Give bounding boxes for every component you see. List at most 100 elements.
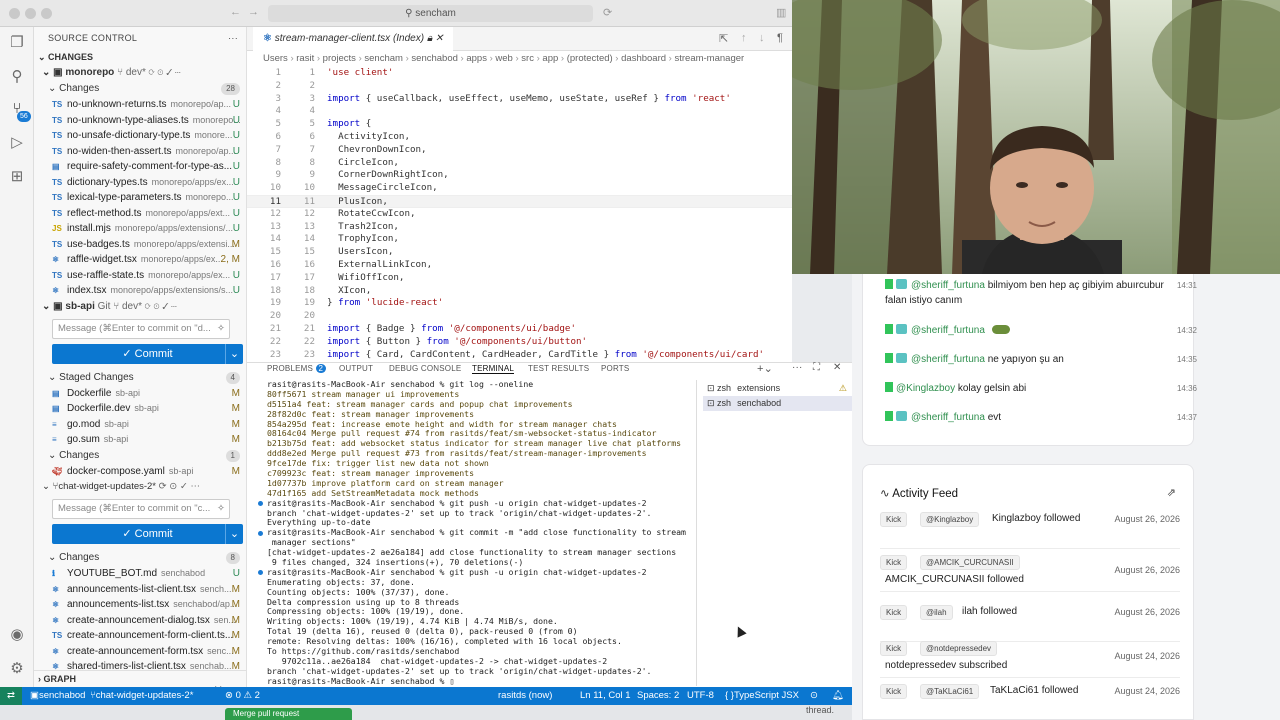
explorer-icon[interactable]: ❐: [7, 33, 27, 53]
file-row[interactable]: ≡ go.mod sb-api M: [34, 417, 246, 433]
commit-message-input-2[interactable]: Message (⌘Enter to commit on "c... ✧: [52, 499, 230, 519]
breadcrumb-item[interactable]: (protected): [567, 53, 613, 64]
breadcrumb-item[interactable]: senchabod: [411, 53, 457, 64]
paragraph-icon[interactable]: ¶: [777, 32, 783, 44]
terminal-instance[interactable]: ⊡ zsh senchabod: [703, 396, 853, 411]
file-row[interactable]: JS install.mjs monorepo/apps/extensions/..…: [34, 221, 246, 237]
minimize-window-button[interactable]: [25, 8, 36, 19]
status-spaces[interactable]: Spaces: 2: [637, 687, 679, 705]
user-badge[interactable]: @ilah: [920, 605, 953, 620]
remote-icon[interactable]: ⇄: [0, 687, 22, 705]
tab-debug-console[interactable]: DEBUG CONSOLE: [389, 364, 461, 373]
commit-message-input[interactable]: Message (⌘Enter to commit on "d... ✧: [52, 318, 230, 339]
file-row[interactable]: ▤ require-safety-comment-for-type-as... U: [34, 159, 246, 175]
file-row[interactable]: ⚛ announcements-list.tsx senchabod/ap... M: [34, 597, 246, 613]
breadcrumb-item[interactable]: rasit: [296, 53, 314, 64]
commit-button[interactable]: ✓ Commit ⌄: [52, 343, 243, 364]
status-repo[interactable]: ▣ senchabod: [30, 687, 85, 705]
file-row[interactable]: TS no-widen-then-assert.ts monorepo/ap... U: [34, 144, 246, 160]
bell-icon[interactable]: 🔔︎: [832, 687, 844, 705]
account-icon[interactable]: ◉: [7, 625, 27, 645]
copilot-icon[interactable]: ⊙: [810, 687, 818, 705]
breadcrumb-item[interactable]: web: [495, 53, 512, 64]
chat-username[interactable]: @sheriff_furtuna: [911, 325, 985, 336]
chat-username[interactable]: @Kinglazboy: [896, 383, 955, 394]
chat-username[interactable]: @sheriff_furtuna: [911, 354, 985, 365]
commit-button-2[interactable]: ✓ Commit ⌄: [52, 524, 243, 544]
file-row[interactable]: TS use-badges.ts monorepo/apps/extensi... M: [34, 237, 246, 253]
file-row[interactable]: TS dictionary-types.ts monorepo/apps/ex...…: [34, 175, 246, 191]
chat-username[interactable]: @sheriff_furtuna: [911, 412, 985, 423]
command-decoration-icon[interactable]: [258, 570, 263, 576]
copilot-icon[interactable]: ⟳: [603, 6, 612, 19]
repo-monorepo[interactable]: ⌄ ▣ monorepo ⑂ dev* ⟳ ⊙ ✓ ⋯: [34, 65, 246, 81]
status-author[interactable]: rasitds (now): [498, 687, 552, 705]
status-encoding[interactable]: UTF-8: [687, 687, 714, 705]
chevron-down-icon[interactable]: ⌄: [225, 343, 243, 364]
breadcrumb-item[interactable]: Users: [263, 53, 288, 64]
breadcrumb-item[interactable]: stream-manager: [674, 53, 744, 64]
chevron-down-icon[interactable]: ⌄: [225, 524, 243, 544]
file-row[interactable]: ⚛ create-announcement-form.tsx senc... M: [34, 644, 246, 660]
file-row[interactable]: ⚛ index.tsx monorepo/apps/extensions/s... U: [34, 283, 246, 299]
code-view[interactable]: 1 1'use client' 2 2 3 3 import { useCallback, …: [247, 67, 792, 361]
staged-changes-group[interactable]: ⌄ Staged Changes 4: [34, 370, 246, 386]
tab-test-results[interactable]: TEST RESULTS: [528, 364, 589, 373]
terminal-instance[interactable]: ⊡ zsh extensions ⚠: [703, 381, 853, 396]
close-window-button[interactable]: [9, 8, 20, 19]
breadcrumb-item[interactable]: app: [542, 53, 558, 64]
repo-sb-api[interactable]: ⌄ ▣ sb-api Git ⑂ dev* ⟳ ⊙ ✓ ⋯: [34, 299, 246, 315]
zoom-window-button[interactable]: [41, 8, 52, 19]
close-icon[interactable]: ✕: [833, 362, 842, 373]
file-row[interactable]: ▤ Dockerfile.dev sb-api M: [34, 401, 246, 417]
terminal-output[interactable]: rasit@rasits-MacBook-Air senchabod % git…: [258, 380, 695, 687]
source-control-icon[interactable]: ⑂ 56: [7, 99, 31, 122]
status-position[interactable]: Ln 11, Col 1: [580, 687, 631, 705]
breadcrumb-item[interactable]: projects: [323, 53, 356, 64]
sparkle-icon[interactable]: ✧: [217, 500, 225, 518]
merge-pull-request-button[interactable]: Merge pull request: [225, 708, 352, 720]
more-actions-icon[interactable]: ···: [228, 27, 238, 49]
sparkle-icon[interactable]: ✧: [217, 320, 225, 338]
breadcrumb-item[interactable]: src: [521, 53, 534, 64]
extensions-icon[interactable]: ⊞: [7, 167, 27, 187]
editor-tab[interactable]: ⚛ stream-manager-client.tsx (Index) 🔒︎ ✕: [253, 27, 454, 51]
file-row[interactable]: TS no-unsafe-dictionary-type.ts monore... U: [34, 128, 246, 144]
file-row[interactable]: ⚛ raffle-widget.tsx monorepo/apps/ex... 2, …: [34, 252, 246, 268]
run-debug-icon[interactable]: ▷: [7, 133, 27, 153]
file-row[interactable]: TS use-raffle-state.ts monorepo/apps/ex...…: [34, 268, 246, 284]
breadcrumb-item[interactable]: apps: [466, 53, 487, 64]
new-terminal-icon[interactable]: +⌄: [757, 362, 773, 375]
command-decoration-icon[interactable]: [258, 500, 263, 506]
up-arrow-icon[interactable]: ↑: [741, 32, 747, 44]
forward-arrow-icon[interactable]: →: [248, 6, 259, 18]
down-arrow-icon[interactable]: ↓: [759, 32, 765, 44]
file-row[interactable]: TS create-announcement-form-client.ts... M: [34, 628, 246, 644]
status-language[interactable]: { } TypeScript JSX: [725, 687, 799, 705]
more-actions-icon[interactable]: ···: [792, 362, 803, 373]
repo3-changes-group[interactable]: ⌄ Changes 8: [34, 550, 246, 566]
command-center-search[interactable]: ⚲ sencham: [268, 5, 593, 22]
gear-icon[interactable]: ⚙: [7, 659, 27, 679]
graph-header[interactable]: › GRAPH: [34, 670, 246, 686]
file-row[interactable]: TS no-unknown-returns.ts monorepo/ap... U: [34, 97, 246, 113]
breadcrumb-item[interactable]: dashboard: [621, 53, 666, 64]
layout-icon[interactable]: ▥: [776, 6, 786, 19]
chat-username[interactable]: @sheriff_furtuna: [911, 280, 985, 291]
status-branch[interactable]: ⑂ chat-widget-updates-2*: [90, 687, 193, 705]
command-decoration-icon[interactable]: [258, 530, 263, 536]
changes-header[interactable]: ⌄ CHANGES: [34, 49, 246, 65]
user-badge[interactable]: @AMCIK_CURCUNASII: [920, 555, 1020, 570]
repo2-changes-group[interactable]: ⌄ Changes 1: [34, 448, 246, 464]
status-problems[interactable]: ⊗ 0 ⚠ 2: [225, 687, 260, 705]
back-arrow-icon[interactable]: ←: [230, 6, 241, 18]
close-icon[interactable]: ✕: [435, 33, 443, 44]
file-row[interactable]: TS lexical-type-parameters.ts monorepo... U: [34, 190, 246, 206]
search-icon[interactable]: ⚲: [7, 67, 27, 87]
repo1-changes-group[interactable]: ⌄ Changes 28: [34, 81, 246, 97]
file-row[interactable]: ▤ Dockerfile sb-api M: [34, 386, 246, 402]
tab-ports[interactable]: PORTS: [601, 364, 629, 373]
user-badge[interactable]: @TaKLaCi61: [920, 684, 980, 699]
file-row[interactable]: 🐳︎ docker-compose.yaml sb-api M: [34, 464, 246, 480]
file-row[interactable]: ⚛ create-announcement-dialog.tsx sen... M: [34, 613, 246, 629]
